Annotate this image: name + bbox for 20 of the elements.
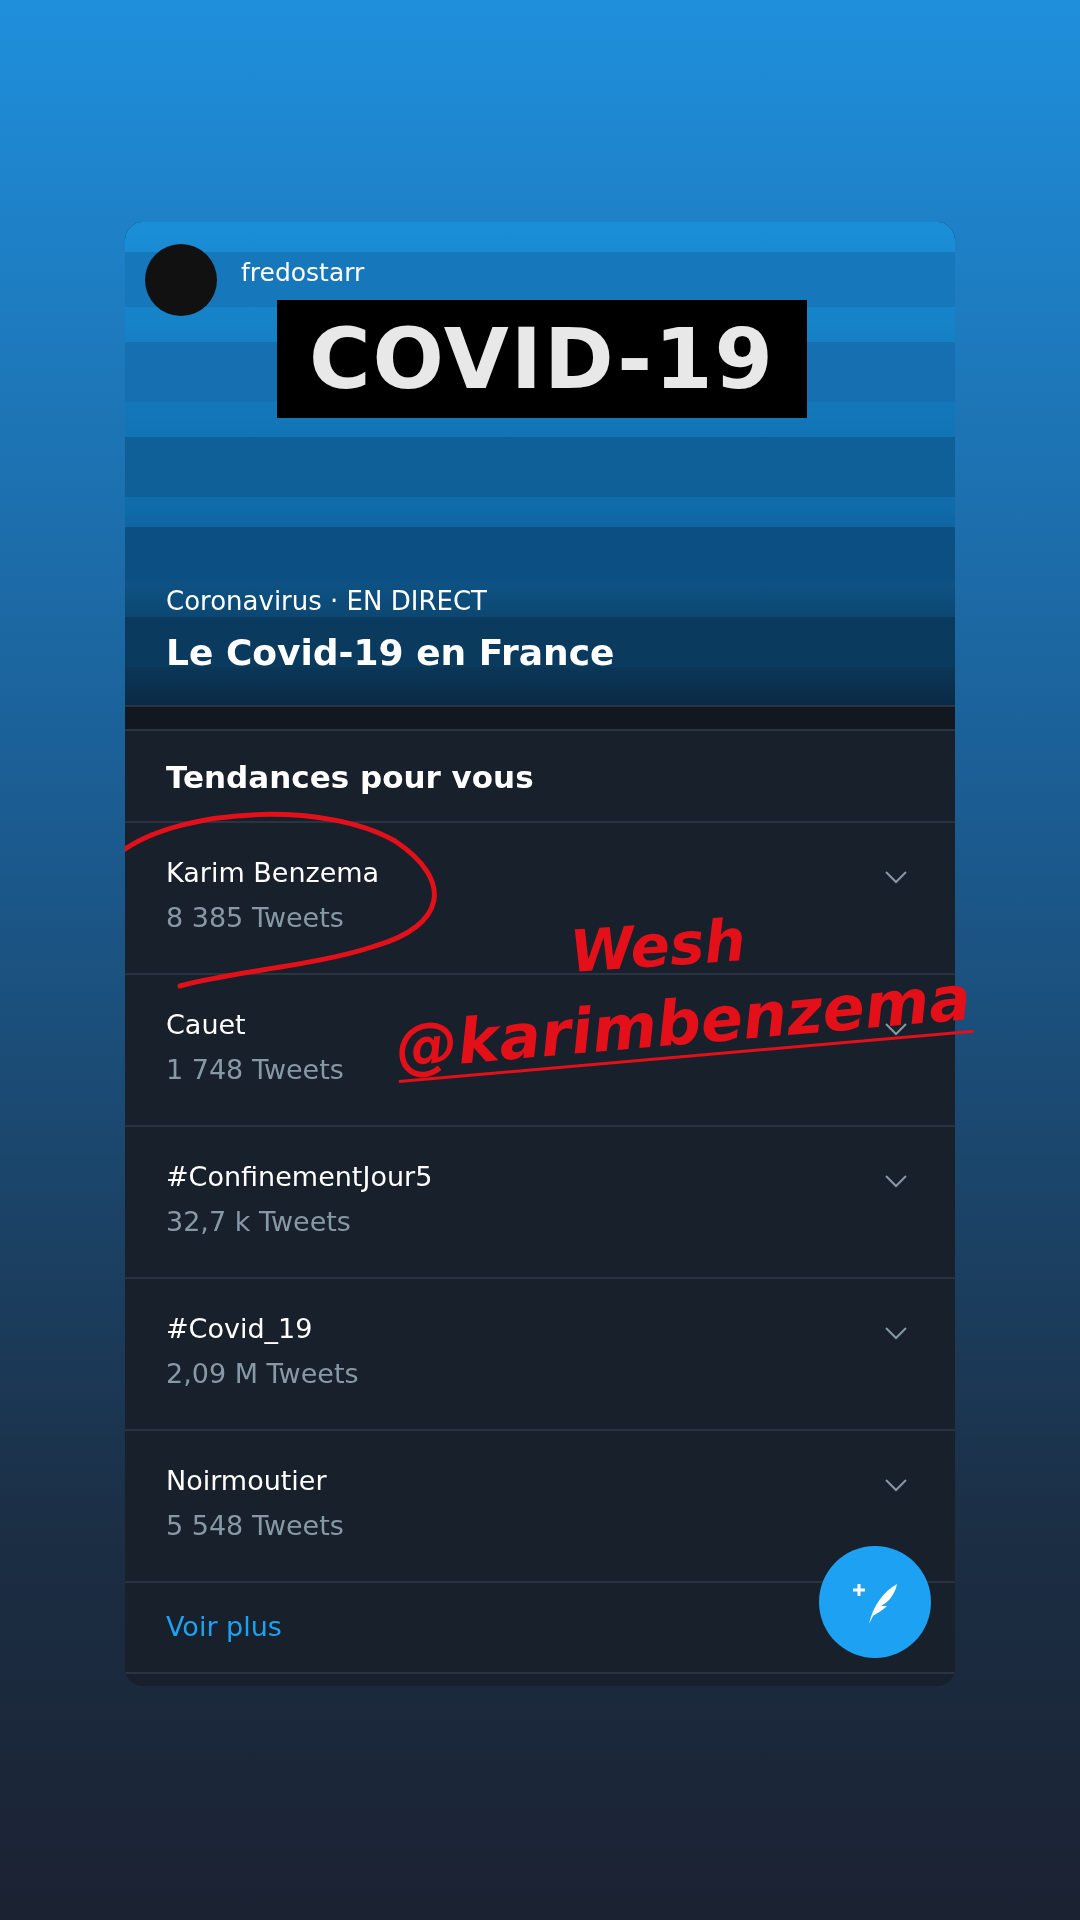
username[interactable]: fredostarr [241,258,365,287]
trend-title[interactable]: Le Covid-19 en France [166,632,615,673]
tweet-count: 8 385 Tweets [166,902,345,933]
trend-name[interactable]: #Covid_19 [166,1313,359,1344]
chevron-down-icon[interactable] [884,869,908,885]
trend-category: Coronavirus · EN DIRECT [166,586,487,616]
tweet-count: 1 748 Tweets [166,1054,344,1085]
chevron-down-icon[interactable] [884,1325,908,1341]
banner-label: COVID-19 [277,300,807,418]
chevron-down-icon[interactable] [884,1477,908,1493]
trend-name[interactable]: Karim Benzema [166,857,380,888]
chevron-down-icon[interactable] [884,1173,908,1189]
trend-name[interactable]: Cauet [166,1009,344,1040]
tweet-count: 2,09 M Tweets [166,1358,359,1389]
section-heading: Tendances pour vous [125,731,955,823]
trend-name[interactable]: Noirmoutier [166,1465,344,1496]
tweet-count: 32,7 k Tweets [166,1206,352,1237]
trend-name[interactable]: #ConfinementJour5 [166,1161,433,1192]
tweet-count: 5 548 Tweets [166,1510,344,1541]
chevron-down-icon[interactable] [884,1021,908,1037]
